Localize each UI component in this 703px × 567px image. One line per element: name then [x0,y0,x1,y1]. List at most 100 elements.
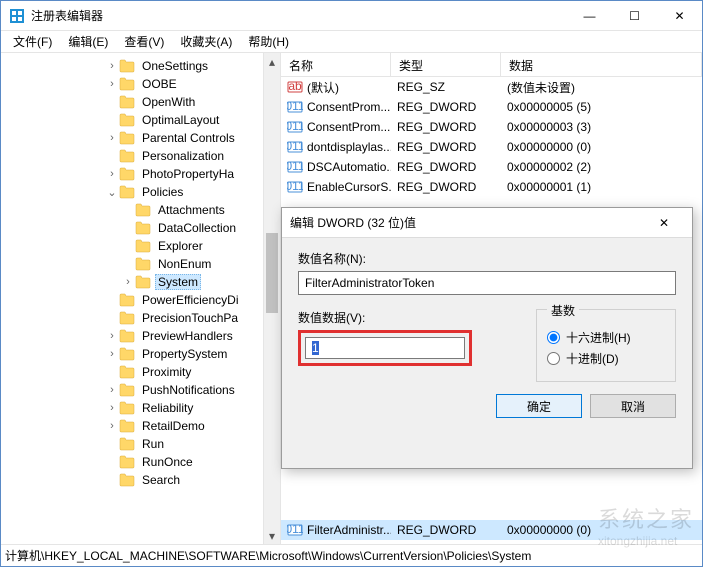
close-button[interactable]: ✕ [657,1,702,31]
cell-type: REG_DWORD [391,523,501,537]
tree-label: RetailDemo [139,418,208,434]
tree-node-retaildemo[interactable]: › RetailDemo [1,417,280,435]
expand-icon[interactable]: › [105,78,119,90]
list-row-selected[interactable]: 011 FilterAdministr... REG_DWORD 0x00000… [281,520,702,540]
tree-node-system[interactable]: ›System [1,273,280,291]
expand-icon[interactable]: › [105,348,119,360]
tree-node-photopropertyha[interactable]: ›PhotoPropertyHa [1,165,280,183]
folder-icon [119,329,135,343]
tree-node-oobe[interactable]: › OOBE [1,75,280,93]
expand-icon[interactable]: › [105,60,119,72]
value-list[interactable]: ab(默认)REG_SZ(数值未设置)011ConsentProm...REG_… [281,77,702,197]
col-header-type[interactable]: 类型 [391,53,501,76]
tree-node-onesettings[interactable]: ›OneSettings [1,57,280,75]
expand-icon[interactable]: ⌄ [105,186,119,199]
tree-node-reliability[interactable]: ›Reliability [1,399,280,417]
col-header-data[interactable]: 数据 [501,53,702,76]
menu-file[interactable]: 文件(F) [5,31,60,52]
registry-tree[interactable]: ›OneSettings›OOBEOpenWithOptimalLayout›P… [1,57,280,489]
menu-view[interactable]: 查看(V) [116,31,172,52]
radio-hex-row[interactable]: 十六进制(H) [547,329,665,346]
ok-button[interactable]: 确定 [496,394,582,418]
list-row[interactable]: ab(默认)REG_SZ(数值未设置) [281,77,702,97]
tree-node-attachments[interactable]: Attachments [1,201,280,219]
list-row[interactable]: 011ConsentProm...REG_DWORD0x00000003 (3) [281,117,702,137]
cell-name-text: DSCAutomatio... [307,160,391,174]
tree-label: PreviewHandlers [139,328,236,344]
dialog-close-button[interactable]: ✕ [644,209,684,237]
scroll-thumb[interactable] [266,233,278,313]
tree-node-personalization[interactable]: Personalization [1,147,280,165]
menu-edit[interactable]: 编辑(E) [60,31,116,52]
list-header: 名称 类型 数据 [281,53,702,77]
dword-icon: 011 [287,159,303,175]
tree-node-proximity[interactable]: Proximity [1,363,280,381]
dword-icon: 011 [287,99,303,115]
list-row[interactable]: 011EnableCursorS...REG_DWORD0x00000001 (… [281,177,702,197]
tree-node-powerefficiencydi[interactable]: PowerEfficiencyDi [1,291,280,309]
tree-label: OOBE [139,76,180,92]
radio-hex[interactable] [547,331,560,344]
tree-node-policies[interactable]: ⌄ Policies [1,183,280,201]
value-name-input[interactable] [298,271,676,295]
list-row[interactable]: 011ConsentProm...REG_DWORD0x00000005 (5) [281,97,702,117]
tree-label: Run [139,436,167,452]
expand-icon[interactable]: › [105,330,119,342]
menu-favorites[interactable]: 收藏夹(A) [172,31,240,52]
dword-icon: 011 [287,179,303,195]
folder-icon [119,185,135,199]
radio-hex-label: 十六进制(H) [566,329,631,346]
tree-node-run[interactable]: Run [1,435,280,453]
tree-label: Policies [139,184,186,200]
expand-icon[interactable]: › [105,168,119,180]
tree-node-optimallayout[interactable]: OptimalLayout [1,111,280,129]
col-header-name[interactable]: 名称 [281,53,391,76]
expand-icon[interactable]: › [105,384,119,396]
svg-text:011: 011 [287,159,303,173]
tree-node-explorer[interactable]: Explorer [1,237,280,255]
cancel-button[interactable]: 取消 [590,394,676,418]
dialog-title: 编辑 DWORD (32 位)值 [290,214,644,231]
tree-node-parental-controls[interactable]: ›Parental Controls [1,129,280,147]
expand-icon[interactable]: › [121,276,135,288]
scroll-up-icon[interactable]: ▴ [264,53,280,70]
expand-icon[interactable]: › [105,132,119,144]
cell-name-text: ConsentProm... [307,100,390,114]
value-data-input[interactable] [305,337,465,359]
minimize-button[interactable]: — [567,1,612,31]
tree-scrollbar[interactable]: ▴ ▾ [263,53,280,544]
expand-icon[interactable]: › [105,402,119,414]
folder-icon [135,221,151,235]
tree-node-previewhandlers[interactable]: › PreviewHandlers [1,327,280,345]
svg-text:011: 011 [287,99,303,113]
maximize-button[interactable]: ☐ [612,1,657,31]
cell-name: 011 DSCAutomatio... [281,159,391,175]
list-row[interactable]: 011DSCAutomatio...REG_DWORD0x00000002 (2… [281,157,702,177]
tree-node-nonenum[interactable]: NonEnum [1,255,280,273]
cell-name-text: (默认) [307,79,339,96]
tree-node-openwith[interactable]: OpenWith [1,93,280,111]
scroll-down-icon[interactable]: ▾ [264,527,280,544]
radio-dec-row[interactable]: 十进制(D) [547,350,665,367]
tree-node-datacollection[interactable]: DataCollection [1,219,280,237]
folder-icon [135,257,151,271]
tree-node-search[interactable]: Search [1,471,280,489]
folder-icon [135,275,151,289]
expand-icon[interactable]: › [105,420,119,432]
tree-node-pushnotifications[interactable]: ›PushNotifications [1,381,280,399]
cell-name-text: dontdisplaylas... [307,140,391,154]
folder-icon [119,77,135,91]
folder-icon [119,365,135,379]
tree-node-propertysystem[interactable]: ›PropertySystem [1,345,280,363]
cell-name: 011 FilterAdministr... [281,522,391,538]
tree-label: PowerEfficiencyDi [139,292,241,308]
cell-type: REG_SZ [391,80,501,94]
menu-help[interactable]: 帮助(H) [240,31,297,52]
tree-node-runonce[interactable]: RunOnce [1,453,280,471]
radio-dec[interactable] [547,352,560,365]
folder-icon [119,383,135,397]
tree-node-precisiontouchpa[interactable]: PrecisionTouchPa [1,309,280,327]
cell-data: (数值未设置) [501,79,702,96]
list-row[interactable]: 011dontdisplaylas...REG_DWORD0x00000000 … [281,137,702,157]
dword-icon: 011 [287,119,303,135]
